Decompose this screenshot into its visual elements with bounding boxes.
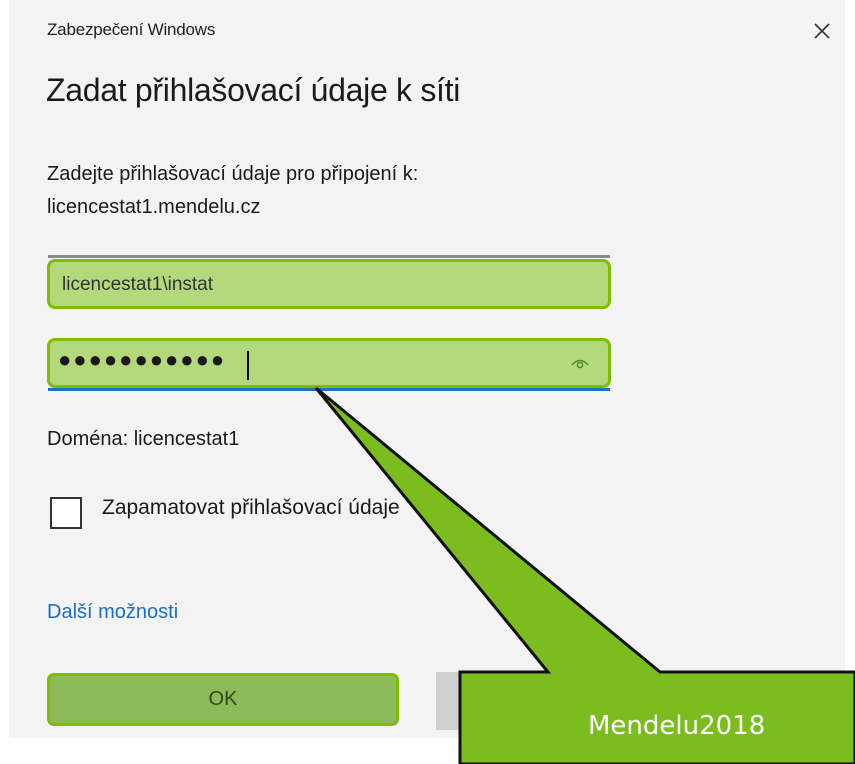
text-caret	[247, 351, 249, 380]
username-field-highlight	[47, 259, 611, 309]
username-top-border	[48, 255, 610, 258]
server-name: licencestat1.mendelu.cz	[47, 196, 261, 218]
callout-text: Mendelu2018	[588, 711, 766, 741]
password-field-highlight: ●●●●●●●●●●●	[47, 338, 611, 388]
right-margin	[845, 0, 855, 764]
domain-label: Doména: licencestat1	[47, 428, 240, 450]
bottom-margin	[0, 738, 855, 764]
window-title: Zabezpečení Windows	[47, 20, 216, 39]
more-options-link[interactable]: Další možnosti	[47, 601, 178, 624]
ok-button[interactable]: OK	[47, 673, 399, 726]
username-input[interactable]	[60, 268, 554, 302]
eye-icon[interactable]	[570, 355, 590, 371]
left-margin	[0, 0, 9, 764]
remember-checkbox[interactable]	[50, 497, 82, 529]
dialog-heading: Zadat přihlašovací údaje k síti	[46, 72, 461, 108]
password-focus-underline	[48, 388, 610, 391]
password-input[interactable]: ●●●●●●●●●●●	[58, 347, 226, 373]
close-button[interactable]	[805, 14, 839, 48]
close-icon	[814, 23, 830, 39]
remember-label[interactable]: Zapamatovat přihlašovací údaje	[102, 496, 400, 520]
credentials-dialog: Zabezpečení Windows Zadat přihlašovací ú…	[0, 0, 855, 764]
dialog-description: Zadejte přihlašovací údaje pro připojení…	[47, 163, 419, 185]
